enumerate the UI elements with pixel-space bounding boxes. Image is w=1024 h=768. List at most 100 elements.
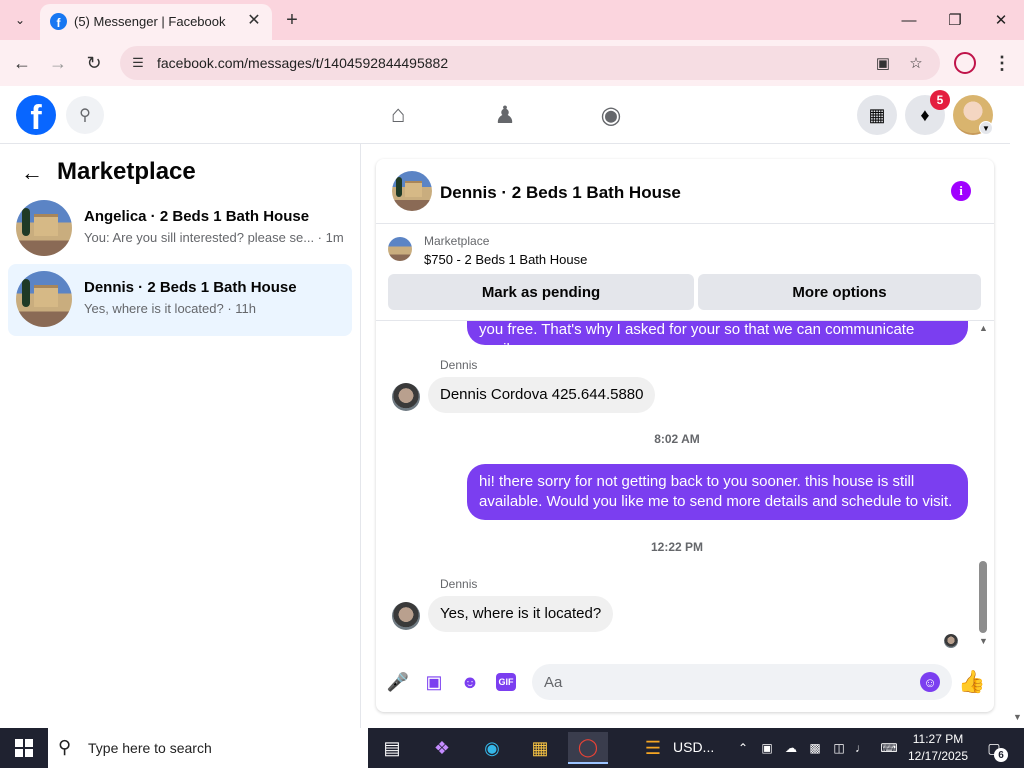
- chevron-down-icon[interactable]: ▼: [979, 121, 993, 135]
- browser-tab[interactable]: f (5) Messenger | Facebook ✕: [40, 4, 272, 40]
- message-timestamp: 8:02 AM: [654, 432, 700, 446]
- taskbar-app-label[interactable]: USD...: [673, 739, 714, 755]
- facebook-logo-icon[interactable]: f: [16, 95, 56, 135]
- clock-time: 11:27 PM: [912, 732, 964, 746]
- conversation-item-angelica[interactable]: Angelica · 2 Beds 1 Bath House You: Are …: [8, 193, 352, 265]
- scroll-down-arrow-icon[interactable]: ▼: [979, 636, 988, 646]
- network-icon[interactable]: ◫: [830, 738, 848, 758]
- edge-browser-icon[interactable]: ◉: [472, 732, 512, 764]
- tab-close-icon[interactable]: ✕: [244, 10, 264, 30]
- header-divider: [376, 320, 994, 321]
- thumbs-up-icon[interactable]: 👍: [958, 669, 985, 694]
- sender-avatar[interactable]: [392, 602, 420, 630]
- show-hidden-icons-chevron-icon[interactable]: ⌃: [734, 738, 752, 758]
- photo-icon[interactable]: ▣: [422, 670, 446, 694]
- close-window-icon[interactable]: ✕: [978, 0, 1024, 40]
- taskbar-search-placeholder: Type here to search: [88, 740, 212, 756]
- back-icon[interactable]: ←: [8, 49, 36, 77]
- notification-center-count: 6: [994, 748, 1008, 762]
- microphone-icon[interactable]: 🎤: [386, 670, 410, 694]
- file-explorer-icon[interactable]: ▦: [520, 732, 560, 764]
- message-incoming[interactable]: Dennis Cordova 425.644.5880: [428, 377, 656, 413]
- message-sender: Dennis: [440, 358, 478, 372]
- message-text: Dennis Cordova 425.644.5880: [440, 386, 644, 403]
- scrollbar-thumb[interactable]: [979, 561, 987, 633]
- keyboard-icon[interactable]: ⌨: [880, 738, 898, 758]
- windows-start-icon[interactable]: [0, 728, 48, 768]
- tab-title: (5) Messenger | Facebook: [74, 14, 226, 29]
- taskbar-clock[interactable]: 11:27 PM 12/17/2025: [906, 731, 970, 765]
- address-bar[interactable]: ☰ facebook.com/messages/t/14045928444958…: [120, 46, 940, 80]
- search-icon: ⚲: [58, 737, 72, 757]
- copilot-icon[interactable]: ❖: [422, 732, 462, 764]
- chat-listing-thumbnail[interactable]: [392, 171, 432, 211]
- conversation-item-dennis[interactable]: Dennis · 2 Beds 1 Bath House Yes, where …: [8, 264, 352, 336]
- page-scroll-down-icon[interactable]: ▼: [1013, 712, 1022, 722]
- scroll-up-arrow-icon[interactable]: ▲: [979, 323, 988, 333]
- facebook-header: f ⚲ ⌂ ♟ ◉ ▦ ♦ 5 ▼: [0, 86, 1010, 144]
- emoji-icon[interactable]: ☺: [920, 672, 940, 692]
- browser-profile-icon[interactable]: [954, 52, 976, 74]
- more-options-button[interactable]: More options: [698, 274, 981, 310]
- bookmark-star-icon[interactable]: ☆: [906, 53, 926, 73]
- url-text[interactable]: facebook.com/messages/t/1404592844495882: [157, 55, 448, 71]
- page-scrollbar[interactable]: ▼: [1010, 86, 1024, 728]
- chat-panel: Dennis · 2 Beds 1 Bath House i Marketpla…: [376, 159, 994, 712]
- conversation-list-panel: ← Marketplace Angelica · 2 Beds 1 Bath H…: [0, 144, 361, 728]
- browser-tab-strip: ⌄ f (5) Messenger | Facebook ✕ + — ❐ ✕: [0, 0, 1024, 40]
- currency-app-icon[interactable]: ☰: [633, 732, 673, 764]
- tray-device-icon[interactable]: ▩: [806, 738, 824, 758]
- browser-toolbar: ← → ↻ ☰ facebook.com/messages/t/14045928…: [0, 40, 1024, 86]
- menu-grid-icon[interactable]: ▦: [857, 95, 897, 135]
- reload-icon[interactable]: ↻: [80, 49, 108, 77]
- home-icon[interactable]: ⌂: [383, 100, 413, 130]
- conversation-name: Angelica · 2 Beds 1 Bath House: [84, 208, 310, 225]
- message-sender: Dennis: [440, 577, 478, 591]
- message-outgoing[interactable]: you free. That's why I asked for your so…: [467, 321, 968, 345]
- chrome-browser-icon[interactable]: ◯: [568, 732, 608, 764]
- panel-title: Marketplace: [57, 158, 196, 185]
- sender-avatar[interactable]: [392, 383, 420, 411]
- message-text: you free. That's why I asked for your so…: [479, 321, 915, 358]
- message-composer[interactable]: ☺: [532, 664, 952, 700]
- install-app-icon[interactable]: ▣: [873, 53, 893, 73]
- messages-scrollbar[interactable]: ▲ ▼: [976, 321, 990, 651]
- message-incoming[interactable]: Yes, where is it located?: [428, 596, 614, 632]
- tab-search-chevron-icon[interactable]: ⌄: [8, 8, 32, 32]
- listing-price-title[interactable]: $750 - 2 Beds 1 Bath House: [424, 252, 587, 267]
- clock-date: 12/17/2025: [907, 749, 969, 763]
- tray-app-icon[interactable]: ▣: [758, 738, 776, 758]
- sticker-icon[interactable]: ☻: [458, 670, 482, 694]
- chat-title[interactable]: Dennis · 2 Beds 1 Bath House: [440, 183, 681, 203]
- message-input[interactable]: [544, 664, 904, 700]
- search-icon[interactable]: ⚲: [66, 96, 104, 134]
- conversation-snippet: You: Are you sill interested? please se.…: [84, 230, 344, 245]
- marketplace-listing-thumbnail[interactable]: [388, 237, 412, 261]
- new-tab-plus-icon[interactable]: +: [280, 8, 304, 32]
- notification-badge: 5: [930, 90, 950, 110]
- volume-muted-icon[interactable]: ♩: [852, 738, 870, 758]
- listing-thumbnail: [16, 200, 72, 256]
- message-text: Yes, where is it located?: [440, 605, 602, 622]
- windows-taskbar: ⚲ Type here to search ▤ ❖ ◉ ▦ ◯ ☰ USD...…: [0, 728, 1024, 768]
- message-text: hi! there sorry for not getting back to …: [479, 473, 953, 510]
- mark-as-pending-button[interactable]: Mark as pending: [388, 274, 694, 310]
- maximize-window-icon[interactable]: ❐: [932, 0, 978, 40]
- forward-icon[interactable]: →: [44, 49, 72, 77]
- onedrive-icon[interactable]: ☁: [782, 738, 800, 758]
- read-receipt-avatar: [944, 634, 958, 648]
- task-view-icon[interactable]: ▤: [372, 732, 412, 764]
- message-outgoing[interactable]: hi! there sorry for not getting back to …: [467, 464, 968, 520]
- back-arrow-icon[interactable]: ←: [20, 160, 44, 185]
- facebook-favicon-icon: f: [50, 13, 67, 30]
- info-icon[interactable]: i: [951, 181, 971, 201]
- groups-icon[interactable]: ◉: [596, 100, 626, 130]
- friends-icon[interactable]: ♟: [490, 100, 520, 130]
- minimize-window-icon[interactable]: —: [886, 0, 932, 40]
- marketplace-label: Marketplace: [424, 234, 490, 248]
- site-info-icon[interactable]: ☰: [128, 53, 148, 73]
- listing-thumbnail: [16, 271, 72, 327]
- browser-menu-icon[interactable]: ⋮: [992, 50, 1012, 76]
- gif-icon[interactable]: GIF: [496, 673, 516, 691]
- taskbar-search-box[interactable]: ⚲ Type here to search: [48, 728, 368, 768]
